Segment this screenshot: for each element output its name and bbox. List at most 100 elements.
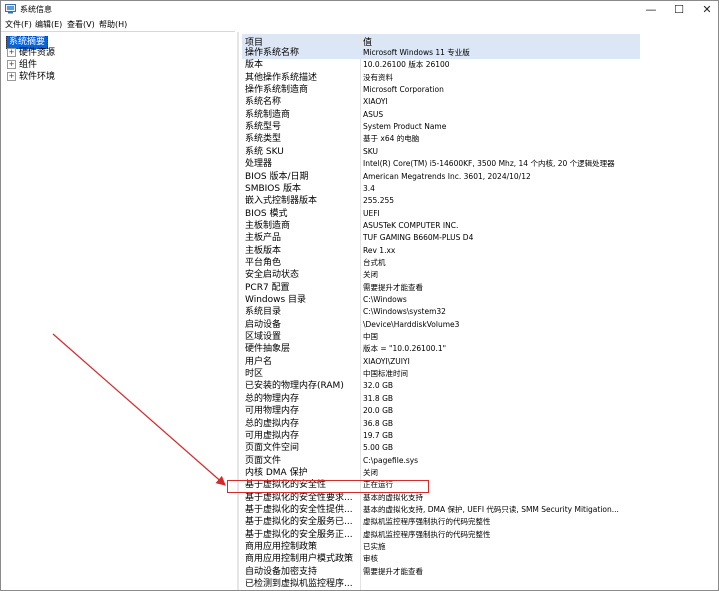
table-row[interactable]: 操作系统制造商 Microsoft Corporation: [242, 84, 640, 96]
maximize-button[interactable]: ☐: [665, 1, 693, 18]
row-value-cell: TUF GAMING B660M-PLUS D4: [363, 233, 474, 243]
tree-item-label: 组件: [19, 60, 38, 70]
table-row[interactable]: 商用应用控制用户模式政策 审核: [242, 553, 640, 565]
row-item-cell: 版本: [245, 60, 264, 71]
tree-item-components[interactable]: + 组件: [7, 59, 37, 71]
menu-view[interactable]: 查看(V): [67, 19, 95, 30]
row-value-cell: 需要提升才能查看: [363, 282, 423, 292]
table-row[interactable]: 处理器 Intel(R) Core(TM) i5-14600KF, 3500 Mh…: [242, 158, 640, 170]
row-item-cell: 系统名称: [245, 97, 282, 108]
expand-plus-icon[interactable]: +: [7, 72, 16, 81]
table-row[interactable]: 启动设备 \Device\HarddiskVolume3: [242, 319, 640, 331]
table-row[interactable]: 主板制造商 ASUSTeK COMPUTER INC.: [242, 220, 640, 232]
table-row[interactable]: 基于虚拟化的安全服务正... 虚拟机监控程序强制执行的代码完整性: [242, 529, 640, 541]
annotation-highlight-box: [227, 480, 429, 493]
row-item-cell: 自动设备加密支持: [245, 566, 318, 577]
table-row[interactable]: 基于虚拟化的安全性要求... 基本的虚拟化支持: [242, 492, 640, 504]
table-row[interactable]: SMBIOS 版本 3.4: [242, 183, 640, 195]
row-item-cell: 操作系统名称: [245, 48, 300, 58]
row-item-cell: 已安装的物理内存(RAM): [245, 381, 344, 392]
row-value-cell: 虚拟机监控程序强制执行的代码完整性: [363, 529, 491, 539]
table-row[interactable]: 已检测到虚拟机监控程序...: [242, 578, 640, 590]
table-row[interactable]: 系统名称 XIAOYI: [242, 96, 640, 108]
row-value-cell: 31.8 GB: [363, 393, 394, 403]
table-row[interactable]: 系统 SKU SKU: [242, 146, 640, 158]
row-value-cell: 台式机: [363, 257, 386, 267]
minimize-button[interactable]: —: [637, 1, 665, 18]
table-row[interactable]: 系统制造商 ASUS: [242, 109, 640, 121]
table-row[interactable]: 总的物理内存 31.8 GB: [242, 393, 640, 405]
row-value-cell: American Megatrends Inc. 3601, 2024/10/1…: [363, 171, 531, 181]
menu-file[interactable]: 文件(F): [5, 19, 32, 30]
table-row[interactable]: 商用应用控制政策 已实施: [242, 541, 640, 553]
menu-edit[interactable]: 编辑(E): [35, 19, 62, 30]
row-item-cell: 区域设置: [245, 332, 282, 343]
row-item-cell: 总的虚拟内存: [245, 418, 300, 429]
row-item-cell: 总的物理内存: [245, 393, 300, 404]
row-item-cell: 操作系统制造商: [245, 85, 309, 96]
row-item-cell: 安全启动状态: [245, 270, 300, 281]
tree-item-hardware-resources[interactable]: + 硬件资源: [7, 47, 55, 59]
table-row[interactable]: 可用虚拟内存 19.7 GB: [242, 430, 640, 442]
row-value-cell: 基本的虚拟化支持: [363, 492, 423, 502]
system-info-window: 系统信息 — ☐ ✕ 文件(F) 编辑(E) 查看(V) 帮助(H) 系统摘要 …: [0, 0, 719, 591]
menu-help[interactable]: 帮助(H): [99, 19, 127, 30]
table-row[interactable]: 主板产品 TUF GAMING B660M-PLUS D4: [242, 232, 640, 244]
table-row[interactable]: BIOS 模式 UEFI: [242, 208, 640, 220]
table-row[interactable]: Windows 目录 C:\Windows: [242, 294, 640, 306]
row-item-cell: 平台角色: [245, 257, 282, 268]
tree-item-label: 软件环境: [19, 72, 56, 82]
expand-plus-icon[interactable]: +: [7, 60, 16, 69]
table-row[interactable]: PCR7 配置 需要提升才能查看: [242, 282, 640, 294]
pane-splitter[interactable]: [237, 32, 239, 590]
table-row[interactable]: 平台角色 台式机: [242, 257, 640, 269]
table-row[interactable]: 页面文件空间 5.00 GB: [242, 442, 640, 454]
table-row[interactable]: 硬件抽象层 版本 = "10.0.26100.1": [242, 343, 640, 355]
table-row[interactable]: 其他操作系统描述 没有资料: [242, 72, 640, 84]
table-row[interactable]: 主板版本 Rev 1.xx: [242, 245, 640, 257]
close-button[interactable]: ✕: [693, 1, 718, 18]
category-tree: 系统摘要 + 硬件资源 + 组件 + 软件环境: [1, 31, 235, 590]
row-value-cell: 关闭: [363, 467, 378, 477]
row-item-cell: 商用应用控制政策: [245, 542, 318, 552]
title-bar: 系统信息 — ☐ ✕: [1, 1, 718, 18]
table-row[interactable]: 系统型号 System Product Name: [242, 121, 640, 133]
row-value-cell: Microsoft Windows 11 专业版: [363, 48, 470, 57]
row-item-cell: PCR7 配置: [245, 282, 290, 293]
table-row[interactable]: 页面文件 C:\pagefile.sys: [242, 455, 640, 467]
table-row[interactable]: 可用物理内存 20.0 GB: [242, 405, 640, 417]
table-row[interactable]: 内核 DMA 保护 关闭: [242, 467, 640, 479]
table-row[interactable]: 用户名 XIAOYI\ZUIYI: [242, 356, 640, 368]
row-value-cell: 19.7 GB: [363, 430, 394, 440]
row-item-cell: 系统型号: [245, 122, 282, 133]
table-row[interactable]: 系统目录 C:\Windows\system32: [242, 306, 640, 318]
table-row[interactable]: 区域设置 中国: [242, 331, 640, 343]
row-value-cell: XIAOYI\ZUIYI: [363, 356, 410, 366]
table-row[interactable]: 基于虚拟化的安全服务已... 虚拟机监控程序强制执行的代码完整性: [242, 516, 640, 528]
table-row[interactable]: BIOS 版本/日期 American Megatrends Inc. 3601,…: [242, 171, 640, 183]
expand-plus-icon[interactable]: +: [7, 48, 16, 57]
table-row[interactable]: 总的虚拟内存 36.8 GB: [242, 418, 640, 430]
table-row[interactable]: 操作系统名称 Microsoft Windows 11 专业版: [242, 47, 640, 60]
table-row[interactable]: 系统类型 基于 x64 的电脑: [242, 133, 640, 145]
row-value-cell: 已实施: [363, 542, 386, 551]
tree-item-software-environment[interactable]: + 软件环境: [7, 71, 55, 83]
table-row[interactable]: 嵌入式控制器版本 255.255: [242, 195, 640, 207]
table-row[interactable]: 已安装的物理内存(RAM) 32.0 GB: [242, 380, 640, 392]
row-value-cell: ASUSTeK COMPUTER INC.: [363, 220, 459, 230]
table-row[interactable]: 时区 中国标准时间: [242, 368, 640, 380]
row-item-cell: 系统 SKU: [245, 146, 284, 157]
row-value-cell: 255.255: [363, 196, 395, 206]
row-item-cell: 系统目录: [245, 307, 282, 318]
table-row[interactable]: 版本 10.0.26100 版本 26100: [242, 59, 640, 71]
table-row[interactable]: 安全启动状态 关闭: [242, 269, 640, 281]
row-value-cell: Microsoft Corporation: [363, 85, 444, 95]
row-item-cell: 内核 DMA 保护: [245, 467, 308, 478]
row-value-cell: Rev 1.xx: [363, 245, 396, 255]
row-item-cell: 用户名: [245, 356, 273, 367]
row-value-cell: C:\Windows: [363, 295, 407, 304]
table-row[interactable]: 自动设备加密支持 需要提升才能查看: [242, 566, 640, 578]
row-value-cell: 中国标准时间: [363, 369, 408, 379]
table-row[interactable]: 基于虚拟化的安全性提供... 基本的虚拟化支持, DMA 保护, UEFI 代码只…: [242, 504, 640, 516]
row-value-cell: 基于 x64 的电脑: [363, 134, 420, 144]
